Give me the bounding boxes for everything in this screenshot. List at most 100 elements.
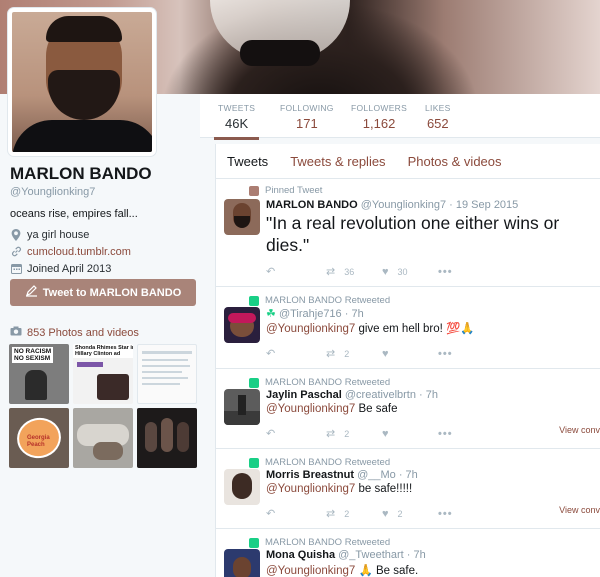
context-text: MARLON BANDO Retweeted (265, 537, 391, 548)
stat-value: 1,162 (362, 116, 396, 131)
profile-website[interactable]: cumcloud.tumblr.com (10, 246, 200, 258)
retweet-button[interactable]: ⇄ 2 (326, 507, 382, 520)
reply-button[interactable]: ↶ (266, 427, 326, 440)
tab-tweets-replies[interactable]: Tweets & replies (290, 154, 385, 169)
profile-bio: oceans rise, empires fall... (10, 208, 138, 220)
photo-thumb[interactable] (73, 408, 133, 468)
photo-thumb[interactable] (137, 408, 197, 468)
photo-thumb[interactable]: NO RACISM NO SEXISM (9, 344, 69, 404)
stat-following[interactable]: FOLLOWING 171 (280, 103, 334, 131)
tab-photos-videos[interactable]: Photos & videos (408, 154, 502, 169)
tweet-text: @Younglionking7 be safe!!!!! (266, 483, 592, 495)
reply-icon: ↶ (266, 508, 276, 520)
thumb-caption: NO RACISM NO SEXISM (12, 347, 54, 364)
view-conversation-link[interactable]: View conv (559, 505, 600, 515)
retweet-button[interactable]: ⇄ 36 (326, 265, 382, 278)
author-name[interactable]: ☘ (266, 308, 276, 320)
mention-link[interactable]: @Younglionking7 (266, 323, 355, 335)
retweet-count: 2 (344, 428, 350, 439)
more-button[interactable]: ••• (438, 266, 462, 278)
compose-icon (25, 285, 38, 300)
reply-button[interactable]: ↶ (266, 347, 326, 360)
tweet-actions: ↶ ⇄ 2 ♥ ••• (266, 427, 462, 441)
mention-link[interactable]: @Younglionking7 (266, 403, 355, 415)
retweet-count: 2 (344, 508, 350, 519)
tweet-item[interactable]: Pinned Tweet MARLON BANDO @Younglionking… (216, 179, 600, 287)
more-button[interactable]: ••• (438, 348, 462, 360)
retweet-badge-icon (249, 457, 259, 468)
camera-icon (10, 326, 22, 339)
more-button[interactable]: ••• (438, 428, 462, 440)
reply-icon: ↶ (266, 348, 276, 360)
stat-tweets[interactable]: TWEETS 46K (213, 103, 260, 140)
website-link[interactable]: cumcloud.tumblr.com (27, 246, 131, 258)
context-text: MARLON BANDO Retweeted (265, 377, 391, 388)
tweet-header: ☘ @Tirahje716 · 7h (266, 307, 364, 320)
photo-thumb[interactable]: Georgia Peach (9, 408, 69, 468)
timeline-tabs: Tweets Tweets & replies Photos & videos (216, 144, 600, 179)
tweet-body: give em hell bro! 💯🙏 (355, 323, 475, 335)
tweet-actions: ↶ ⇄ 2 ♥ ••• (266, 347, 462, 361)
author-handle[interactable]: @_Tweethart · 7h (338, 549, 426, 561)
avatar[interactable] (224, 549, 260, 577)
profile-name[interactable]: MARLON BANDO (10, 164, 200, 184)
author-handle[interactable]: @Younglionking7 · 19 Sep 2015 (361, 199, 519, 211)
photo-thumb[interactable] (137, 344, 197, 404)
author-name[interactable]: MARLON BANDO (266, 199, 358, 211)
heart-icon: ♥ (382, 507, 389, 520)
tab-tweets[interactable]: Tweets (227, 154, 268, 169)
tweet-text: @Younglionking7 🙏 Be safe. (266, 563, 592, 577)
retweet-button[interactable]: ⇄ 2 (326, 427, 382, 440)
profile-avatar[interactable] (8, 8, 156, 156)
retweet-button[interactable]: ⇄ 2 (326, 347, 382, 360)
mention-link[interactable]: @Younglionking7 (266, 565, 355, 577)
like-button[interactable]: ♥ (382, 348, 438, 360)
author-name[interactable]: Jaylin Paschal (266, 389, 342, 401)
author-name[interactable]: Mona Quisha (266, 549, 335, 561)
tweet-to-label: Tweet to MARLON BANDO (42, 286, 182, 299)
stat-value: 652 (426, 116, 449, 131)
context-text: Pinned Tweet (265, 185, 323, 196)
context-text: MARLON BANDO Retweeted (265, 457, 391, 468)
mention-link[interactable]: @Younglionking7 (266, 483, 355, 495)
reply-button[interactable]: ↶ (266, 265, 326, 278)
tweet-to-button[interactable]: Tweet to MARLON BANDO (10, 279, 196, 306)
profile-location: ya girl house (10, 229, 200, 241)
stat-label: TWEETS (218, 103, 256, 113)
like-count: 30 (397, 266, 408, 277)
like-button[interactable]: ♥ 30 (382, 266, 438, 278)
link-icon (10, 246, 22, 258)
tweet-context: MARLON BANDO Retweeted (249, 537, 390, 548)
more-button[interactable]: ••• (438, 508, 462, 520)
avatar[interactable] (224, 389, 260, 425)
tweet-item[interactable]: MARLON BANDO Retweeted ☘ @Tirahje716 · 7… (216, 287, 600, 369)
tweet-actions: ↶ ⇄ 36 ♥ 30 ••• (266, 265, 462, 279)
view-conversation-link[interactable]: View conv (559, 425, 600, 435)
tweet-item[interactable]: MARLON BANDO Retweeted Mona Quisha @_Twe… (216, 529, 600, 577)
joined-text: Joined April 2013 (27, 263, 112, 275)
photos-videos-link[interactable]: 853 Photos and videos (10, 326, 139, 339)
retweet-count: 2 (344, 348, 350, 359)
like-button[interactable]: ♥ 2 (382, 508, 438, 520)
avatar[interactable] (224, 199, 260, 235)
author-handle[interactable]: @creativelbrtn · 7h (345, 389, 438, 401)
tweet-item[interactable]: MARLON BANDO Retweeted Jaylin Paschal @c… (216, 369, 600, 449)
stat-label: FOLLOWING (280, 103, 334, 113)
like-button[interactable]: ♥ (382, 428, 438, 440)
tweet-item[interactable]: MARLON BANDO Retweeted Morris Breastnut … (216, 449, 600, 529)
location-pin-icon (10, 229, 22, 241)
tweet-context: MARLON BANDO Retweeted (249, 295, 390, 306)
reply-button[interactable]: ↶ (266, 507, 326, 520)
author-handle[interactable]: @Tirahje716 · 7h (279, 308, 364, 320)
stat-likes[interactable]: LIKES 652 (425, 103, 451, 131)
tweet-actions: ↶ ⇄ 2 ♥ 2 ••• (266, 507, 462, 521)
more-icon: ••• (438, 427, 453, 440)
avatar[interactable] (224, 469, 260, 505)
author-name[interactable]: Morris Breastnut (266, 469, 354, 481)
tweet-header: Jaylin Paschal @creativelbrtn · 7h (266, 389, 438, 401)
profile-handle[interactable]: @Younglionking7 (10, 186, 200, 198)
avatar[interactable] (224, 307, 260, 343)
photo-thumb[interactable]: Shonda Rhimes Star in Hillary Clinton ad (73, 344, 133, 404)
stat-followers[interactable]: FOLLOWERS 1,162 (351, 103, 407, 131)
author-handle[interactable]: @__Mo · 7h (357, 469, 418, 481)
